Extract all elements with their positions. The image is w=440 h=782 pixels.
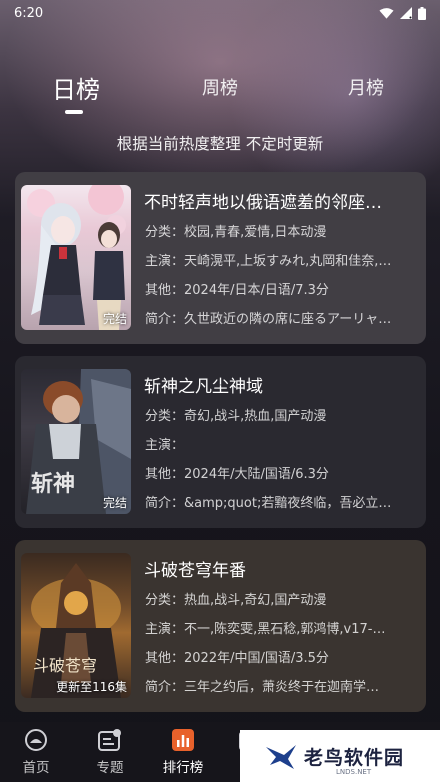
anime-cast: 主演：天崎滉平,上坂すみれ,丸岡和佳奈,… [145, 254, 392, 269]
status-bar: 6:20 [0, 0, 440, 26]
status-time: 6:20 [14, 5, 44, 21]
nav-home[interactable]: 首页 [6, 728, 66, 776]
anime-category: 分类：奇幻,战斗,热血,国产动漫 [145, 409, 327, 424]
svg-text:斗破苍穹: 斗破苍穹 [33, 656, 97, 675]
nav-topic[interactable]: 专题 [80, 728, 140, 776]
nav-ranking[interactable]: 排行榜 [153, 728, 213, 776]
anime-title: 斩神之凡尘神域 [144, 377, 263, 397]
anime-intro: 简介：三年之约后，萧炎终于在迦南学… [145, 680, 380, 695]
cover-art: 斩神 [26, 369, 131, 514]
anime-card[interactable]: 斗破苍穹 更新至116集 斗破苍穹年番 分类：热血,战斗,奇幻,国产动漫 主演：… [15, 540, 426, 712]
anime-category: 分类：热血,战斗,奇幻,国产动漫 [145, 593, 327, 608]
anime-other-info: 其他：2024年/大陆/国语/6.3分 [145, 467, 329, 482]
ranking-tabs: 日榜 周榜 月榜 [0, 74, 440, 118]
cellular-signal-icon [400, 7, 412, 19]
svg-text:斩神: 斩神 [31, 471, 75, 497]
anime-intro: 简介：&amp;quot;若黯夜终临，吾必立… [145, 496, 392, 511]
anime-other-info: 其他：2022年/中国/国语/3.5分 [145, 651, 329, 666]
nav-home-label: 首页 [22, 760, 50, 776]
wifi-icon [379, 8, 394, 19]
tab-daily[interactable]: 日榜 [52, 70, 100, 105]
watermark: 老鸟软件园 LNDS.NET [240, 730, 440, 782]
ranking-icon [172, 729, 194, 751]
anime-intro: 简介：久世政近の隣の席に座るアーリャ… [145, 312, 392, 327]
anime-card[interactable]: 斩神 完结 斩神之凡尘神域 分类：奇幻,战斗,热血,国产动漫 主演： 其他：20… [15, 356, 426, 528]
topic-icon [98, 729, 121, 751]
anime-cast: 主演：不一,陈奕雯,黑石稔,郭鸿博,v17-… [145, 622, 386, 637]
anime-cast: 主演： [145, 438, 185, 453]
tab-weekly[interactable]: 周榜 [202, 74, 238, 100]
cover-image: 斩神 完结 [21, 369, 131, 514]
anime-title: 不时轻声地以俄语遮羞的邻座… [144, 193, 382, 213]
nav-topic-label: 专题 [96, 760, 124, 776]
anime-category: 分类：校园,青春,爱情,日本动漫 [145, 225, 327, 240]
cover-image: 斗破苍穹 更新至116集 [21, 553, 131, 698]
home-icon [25, 729, 47, 751]
anime-other-info: 其他：2024年/日本/日语/7.3分 [145, 283, 329, 298]
watermark-subtext: LNDS.NET [336, 768, 372, 776]
battery-icon [418, 6, 426, 20]
anime-card[interactable]: 完结 不时轻声地以俄语遮羞的邻座… 分类：校园,青春,爱情,日本动漫 主演：天崎… [15, 172, 426, 344]
cover-art [27, 185, 126, 330]
watermark-text: 老鸟软件园 [304, 746, 405, 769]
bird-logo-icon [266, 745, 296, 769]
tab-monthly[interactable]: 月榜 [348, 74, 384, 100]
tab-indicator [65, 110, 83, 114]
nav-ranking-label: 排行榜 [162, 760, 204, 776]
ranking-subtitle: 根据当前热度整理 不定时更新 [116, 135, 324, 153]
cover-art: 斗破苍穹 [31, 563, 121, 698]
status-badge: 完结 [102, 496, 127, 510]
status-badge: 更新至116集 [56, 680, 127, 694]
status-badge: 完结 [102, 312, 127, 326]
anime-title: 斗破苍穹年番 [144, 561, 246, 581]
cover-image: 完结 [21, 185, 131, 330]
